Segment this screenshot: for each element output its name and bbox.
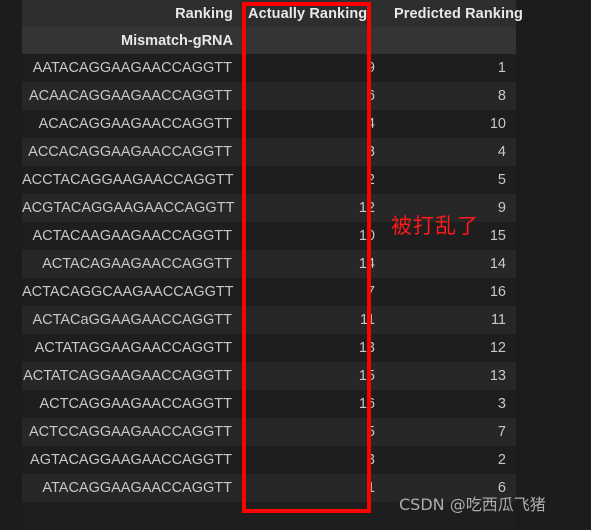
cell-actually-ranking: 15 [242, 362, 386, 390]
cell-predicted-ranking: 8 [386, 82, 516, 110]
table-row[interactable]: ACAACAGGAAGAACCAGGTT 6 8 [22, 82, 516, 110]
cell-predicted-ranking: 16 [386, 278, 516, 306]
table-row[interactable]: AATACAGGAAGAACCAGGTT 9 1 [22, 54, 516, 82]
cell-actually-ranking: 14 [242, 250, 386, 278]
cell-actually-ranking: 5 [242, 418, 386, 446]
cell-predicted-ranking: 11 [386, 306, 516, 334]
table-row[interactable]: ACTACAGAAGAACCAGGTT 14 14 [22, 250, 516, 278]
cell-actually-ranking: 13 [242, 334, 386, 362]
cell-predicted-ranking: 4 [386, 138, 516, 166]
table-row[interactable]: ACACAGGAAGAACCAGGTT 4 10 [22, 110, 516, 138]
ranking-table: Ranking Actually Ranking Predicted Ranki… [22, 0, 523, 530]
cell-actually-ranking: 9 [242, 54, 386, 82]
header-row-secondary: Mismatch-gRNA [22, 27, 516, 54]
cell-mismatch-grna: ATACAGGAAGAACCAGGTT [22, 474, 242, 502]
table-row[interactable]: ACTACaGGAAGAACCAGGTT 11 11 [22, 306, 516, 334]
cell-actually-ranking: 8 [242, 138, 386, 166]
cell-predicted-ranking: 7 [386, 418, 516, 446]
cell-predicted-ranking: 3 [386, 390, 516, 418]
cell-mismatch-grna: ACCACAGGAAGAACCAGGTT [22, 138, 242, 166]
cell-mismatch-grna: ACTACaGGAAGAACCAGGTT [22, 306, 242, 334]
cell-actually-ranking: 4 [242, 110, 386, 138]
cell-mismatch-grna: ACTCAGGAAGAACCAGGTT [22, 390, 242, 418]
cell-actually-ranking: 16 [242, 390, 386, 418]
table-row[interactable]: ACTATCAGGAAGAACCAGGTT 15 13 [22, 362, 516, 390]
column-header-actually-ranking[interactable]: Actually Ranking [242, 0, 386, 27]
table-row[interactable]: ACTCAGGAAGAACCAGGTT 16 3 [22, 390, 516, 418]
cell-mismatch-grna: ACTATCAGGAAGAACCAGGTT [22, 362, 242, 390]
cell-actually-ranking: 10 [242, 222, 386, 250]
cell-predicted-ranking: 1 [386, 54, 516, 82]
cell-predicted-ranking: 10 [386, 110, 516, 138]
cell-actually-ranking: 12 [242, 194, 386, 222]
cell-actually-ranking: 2 [242, 166, 386, 194]
cell-actually-ranking: 11 [242, 306, 386, 334]
cell-mismatch-grna: ACTACAGAAGAACCAGGTT [22, 250, 242, 278]
cell-predicted-ranking: 5 [386, 166, 516, 194]
tail-cell [242, 502, 386, 530]
table-row[interactable]: ACTCCAGGAAGAACCAGGTT 5 7 [22, 418, 516, 446]
header-spacer-predicted [386, 27, 516, 54]
header-row-primary: Ranking Actually Ranking Predicted Ranki… [22, 0, 523, 27]
cell-mismatch-grna: ACTCCAGGAAGAACCAGGTT [22, 418, 242, 446]
table-header: Ranking Actually Ranking Predicted Ranki… [22, 0, 523, 54]
cell-predicted-ranking: 2 [386, 446, 516, 474]
cell-actually-ranking: 7 [242, 278, 386, 306]
table-row[interactable]: ACCACAGGAAGAACCAGGTT 8 4 [22, 138, 516, 166]
cell-predicted-ranking: 12 [386, 334, 516, 362]
cell-mismatch-grna: AGTACAGGAAGAACCAGGTT [22, 446, 242, 474]
ranking-table-container: Ranking Actually Ranking Predicted Ranki… [22, 0, 523, 530]
cell-mismatch-grna: ACCTACAGGAAGAACCAGGTT [22, 166, 242, 194]
cell-actually-ranking: 3 [242, 446, 386, 474]
csdn-watermark: CSDN @吃西瓜飞猪 [399, 495, 546, 514]
table-row[interactable]: ACCTACAGGAAGAACCAGGTT 2 5 [22, 166, 516, 194]
table-body: AATACAGGAAGAACCAGGTT 9 1 ACAACAGGAAGAACCAGG… [22, 54, 516, 530]
column-header-predicted-ranking[interactable]: Predicted Ranking [386, 0, 523, 27]
tail-cell [22, 502, 242, 530]
cell-mismatch-grna: ACTATAGGAAGAACCAGGTT [22, 334, 242, 362]
column-header-mismatch-grna[interactable]: Mismatch-gRNA [22, 27, 242, 54]
cell-predicted-ranking: 13 [386, 362, 516, 390]
cell-actually-ranking: 6 [242, 82, 386, 110]
cell-mismatch-grna: ACGTACAGGAAGAACCAGGTT [22, 194, 242, 222]
table-row[interactable]: AGTACAGGAAGAACCAGGTT 3 2 [22, 446, 516, 474]
cell-mismatch-grna: ACAACAGGAAGAACCAGGTT [22, 82, 242, 110]
header-spacer-actually [242, 27, 386, 54]
cell-actually-ranking: 1 [242, 474, 386, 502]
column-header-ranking[interactable]: Ranking [22, 0, 242, 27]
shuffled-annotation-label: 被打乱了 [391, 214, 479, 238]
cell-mismatch-grna: ACACAGGAAGAACCAGGTT [22, 110, 242, 138]
cell-mismatch-grna: ACTACAAGAAGAACCAGGTT [22, 222, 242, 250]
table-row[interactable]: ACTACAGGCAAGAACCAGGTT 7 16 [22, 278, 516, 306]
cell-predicted-ranking: 14 [386, 250, 516, 278]
table-row[interactable]: ACTATAGGAAGAACCAGGTT 13 12 [22, 334, 516, 362]
cell-mismatch-grna: ACTACAGGCAAGAACCAGGTT [22, 278, 242, 306]
cell-mismatch-grna: AATACAGGAAGAACCAGGTT [22, 54, 242, 82]
